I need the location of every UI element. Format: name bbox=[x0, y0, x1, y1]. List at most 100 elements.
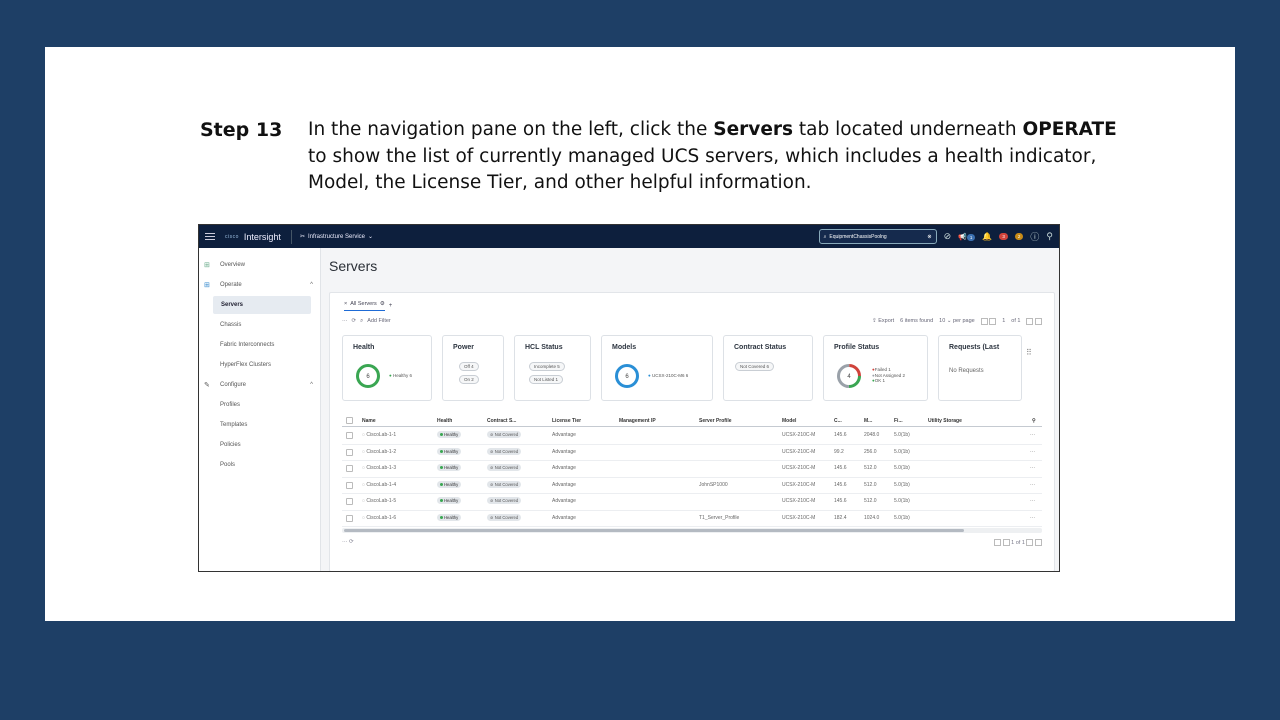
sidebar-item-servers[interactable]: Servers bbox=[213, 296, 311, 314]
alarm-warning-badge[interactable]: 2 bbox=[1014, 233, 1024, 240]
table-row[interactable]: ◌ CiscoLab-1-6 Healthy ⊘ Not Covered Advant… bbox=[342, 511, 1042, 527]
row-actions-icon[interactable]: ··· bbox=[1030, 449, 1035, 455]
settings-icon[interactable]: ⚙ bbox=[380, 301, 385, 307]
card-requests[interactable]: Requests (Last No Requests bbox=[938, 335, 1022, 401]
grid-toggle-icon[interactable]: ⠿ bbox=[1026, 348, 1032, 357]
card-profile-status[interactable]: Profile Status 4 ●Failed 1 ●Not Assigned … bbox=[823, 335, 928, 401]
col-utility-storage[interactable]: Utility Storage bbox=[928, 418, 962, 424]
page-current[interactable]: 1 bbox=[1002, 318, 1005, 324]
contract-badge: ⊘ Not Covered bbox=[487, 464, 522, 471]
sidebar-item-configure[interactable]: ✎ Configure ^ bbox=[199, 376, 319, 394]
sidebar-item-policies[interactable]: Policies bbox=[199, 436, 319, 454]
table-row[interactable]: ◌ CiscoLab-1-4 Healthy ⊘ Not Covered Advant… bbox=[342, 478, 1042, 494]
table-row[interactable]: ◌ CiscoLab-1-5 Healthy ⊘ Not Covered Advant… bbox=[342, 494, 1042, 511]
row-checkbox[interactable] bbox=[346, 481, 353, 489]
server-profile[interactable]: T1_Server_Profile bbox=[699, 515, 739, 521]
sidebar-item-profiles[interactable]: Profiles bbox=[199, 396, 319, 414]
col-contract[interactable]: Contract S... bbox=[487, 418, 516, 424]
user-icon[interactable]: ⚲ bbox=[1046, 231, 1053, 242]
col-cpu[interactable]: C... bbox=[834, 418, 842, 424]
filter-input[interactable]: Add Filter bbox=[367, 318, 391, 324]
help-icon[interactable]: ⓘ bbox=[1030, 230, 1039, 243]
hcl-incomplete-pill[interactable]: Incomplete 5 bbox=[529, 362, 565, 371]
bell-icon[interactable]: 🔔 bbox=[982, 232, 992, 241]
server-name-link[interactable]: ◌ CiscoLab-1-3 bbox=[362, 465, 396, 471]
add-tab-icon[interactable]: + bbox=[389, 303, 393, 309]
col-health[interactable]: Health bbox=[437, 418, 452, 424]
close-icon[interactable]: × bbox=[344, 301, 347, 307]
view-tabs: × All Servers ⚙ + bbox=[344, 301, 392, 311]
sidebar-item-chassis[interactable]: Chassis bbox=[199, 316, 319, 334]
row-checkbox[interactable] bbox=[346, 432, 353, 439]
row-actions-icon[interactable]: ··· bbox=[1030, 515, 1035, 521]
server-name-link[interactable]: ◌ CiscoLab-1-5 bbox=[362, 498, 396, 504]
clear-icon[interactable]: ⊗ bbox=[927, 234, 931, 240]
card-models[interactable]: Models 6 ● UCSX-210C-M6 6 bbox=[601, 335, 713, 401]
table-row[interactable]: ◌ CiscoLab-1-3 Healthy ⊘ Not Covered Advant… bbox=[342, 461, 1042, 478]
card-power[interactable]: Power Off 4 On 2 bbox=[442, 335, 504, 401]
server-profile[interactable]: JohnSP1000 bbox=[699, 482, 728, 488]
megaphone-icon[interactable]: 📢 1 bbox=[958, 233, 976, 241]
sidebar-item-operate[interactable]: ⊞ Operate ^ bbox=[199, 276, 319, 294]
row-actions-icon[interactable]: ··· bbox=[1030, 498, 1035, 504]
card-health[interactable]: Health 6 ● Healthy 6 bbox=[342, 335, 432, 401]
table-row[interactable]: ◌ CiscoLab-1-1 Healthy ⊘ Not Covered Advant… bbox=[342, 428, 1042, 445]
refresh-icon[interactable]: ⟳ bbox=[352, 318, 357, 324]
sidebar-item-overview[interactable]: ⊞ Overview bbox=[199, 256, 319, 274]
health-badge: Healthy bbox=[437, 480, 462, 488]
server-name-link[interactable]: ◌ CiscoLab-1-2 bbox=[362, 449, 396, 455]
sidebar-item-fabric-interconnects[interactable]: Fabric Interconnects bbox=[199, 336, 319, 354]
server-name-link[interactable]: ◌ CiscoLab-1-6 bbox=[362, 515, 396, 521]
service-selector[interactable]: ✂ Infrastructure Service ⌄ bbox=[299, 233, 373, 241]
contract-not-covered-pill[interactable]: Not Covered 6 bbox=[735, 362, 775, 371]
menu-icon[interactable] bbox=[205, 233, 215, 240]
row-actions-icon[interactable]: ··· bbox=[1030, 482, 1035, 488]
prev-page-button[interactable] bbox=[980, 317, 997, 325]
select-all-checkbox[interactable] bbox=[346, 417, 353, 424]
horizontal-scrollbar[interactable] bbox=[342, 528, 1042, 533]
col-firmware[interactable]: Fi... bbox=[894, 418, 903, 424]
server-name-link[interactable]: ◌ CiscoLab-1-4 bbox=[362, 482, 396, 488]
col-license-tier[interactable]: License Tier bbox=[552, 418, 581, 424]
server-icon: ◌ bbox=[362, 448, 365, 455]
sidebar-item-pools[interactable]: Pools bbox=[199, 456, 319, 474]
row-checkbox[interactable] bbox=[346, 514, 353, 522]
row-checkbox[interactable] bbox=[346, 498, 353, 505]
search-box[interactable]: ⌕ EquipmentChassisPoolng ⊗ bbox=[818, 229, 937, 244]
card-hcl-status[interactable]: HCL Status Incomplete 5 Not Listed 1 bbox=[514, 335, 591, 401]
row-actions-icon[interactable]: ··· bbox=[1030, 465, 1035, 471]
model: UCSX-210C-M bbox=[782, 514, 816, 521]
profile-donut[interactable]: 4 bbox=[836, 363, 862, 389]
power-on-pill[interactable]: On 2 bbox=[459, 375, 479, 384]
hcl-not-listed-pill[interactable]: Not Listed 1 bbox=[529, 375, 564, 384]
table-row[interactable]: ◌ CiscoLab-1-2 Healthy ⊘ Not Covered Advant… bbox=[342, 445, 1042, 461]
alarm-critical-badge[interactable]: 3 bbox=[999, 233, 1008, 240]
column-settings-icon[interactable]: ⚲ bbox=[1032, 418, 1036, 424]
sidebar-item-templates[interactable]: Templates bbox=[199, 416, 319, 434]
filter-bar: ··· ⟳ ⌕ Add Filter ⇪ Export 6 items found 1… bbox=[342, 315, 1042, 327]
export-button[interactable]: ⇪ Export bbox=[872, 318, 894, 324]
service-icon: ✂ bbox=[299, 234, 305, 240]
models-donut[interactable]: 6 bbox=[614, 363, 640, 389]
app-name: Intersight bbox=[243, 231, 281, 242]
server-name-link[interactable]: ◌ CiscoLab-1-1 bbox=[362, 432, 396, 438]
health-donut[interactable]: 6 bbox=[355, 363, 381, 389]
footer-pagination[interactable]: 1 of 1 bbox=[994, 539, 1042, 546]
power-off-pill[interactable]: Off 4 bbox=[459, 362, 479, 371]
col-model[interactable]: Model bbox=[782, 418, 796, 424]
row-actions-icon[interactable]: ··· bbox=[1030, 432, 1035, 438]
card-contract-status[interactable]: Contract Status Not Covered 6 bbox=[723, 335, 813, 401]
tab-all-servers[interactable]: × All Servers ⚙ bbox=[344, 301, 385, 311]
col-name[interactable]: Name bbox=[362, 418, 376, 424]
sidebar-item-hyperflex-clusters[interactable]: HyperFlex Clusters bbox=[199, 356, 319, 374]
per-page-select[interactable]: 10 ⌄ per page bbox=[939, 318, 975, 324]
more-icon[interactable]: ··· bbox=[342, 318, 348, 324]
row-checkbox[interactable] bbox=[346, 448, 353, 456]
next-page-button[interactable] bbox=[1026, 317, 1042, 325]
more-icon[interactable]: ··· ⟳ bbox=[342, 539, 354, 545]
check-circle-icon[interactable]: ⊘ bbox=[944, 231, 952, 242]
col-memory[interactable]: M... bbox=[864, 418, 872, 424]
col-management-ip[interactable]: Management IP bbox=[619, 418, 656, 424]
row-checkbox[interactable] bbox=[346, 465, 353, 472]
col-server-profile[interactable]: Server Profile bbox=[699, 418, 732, 424]
